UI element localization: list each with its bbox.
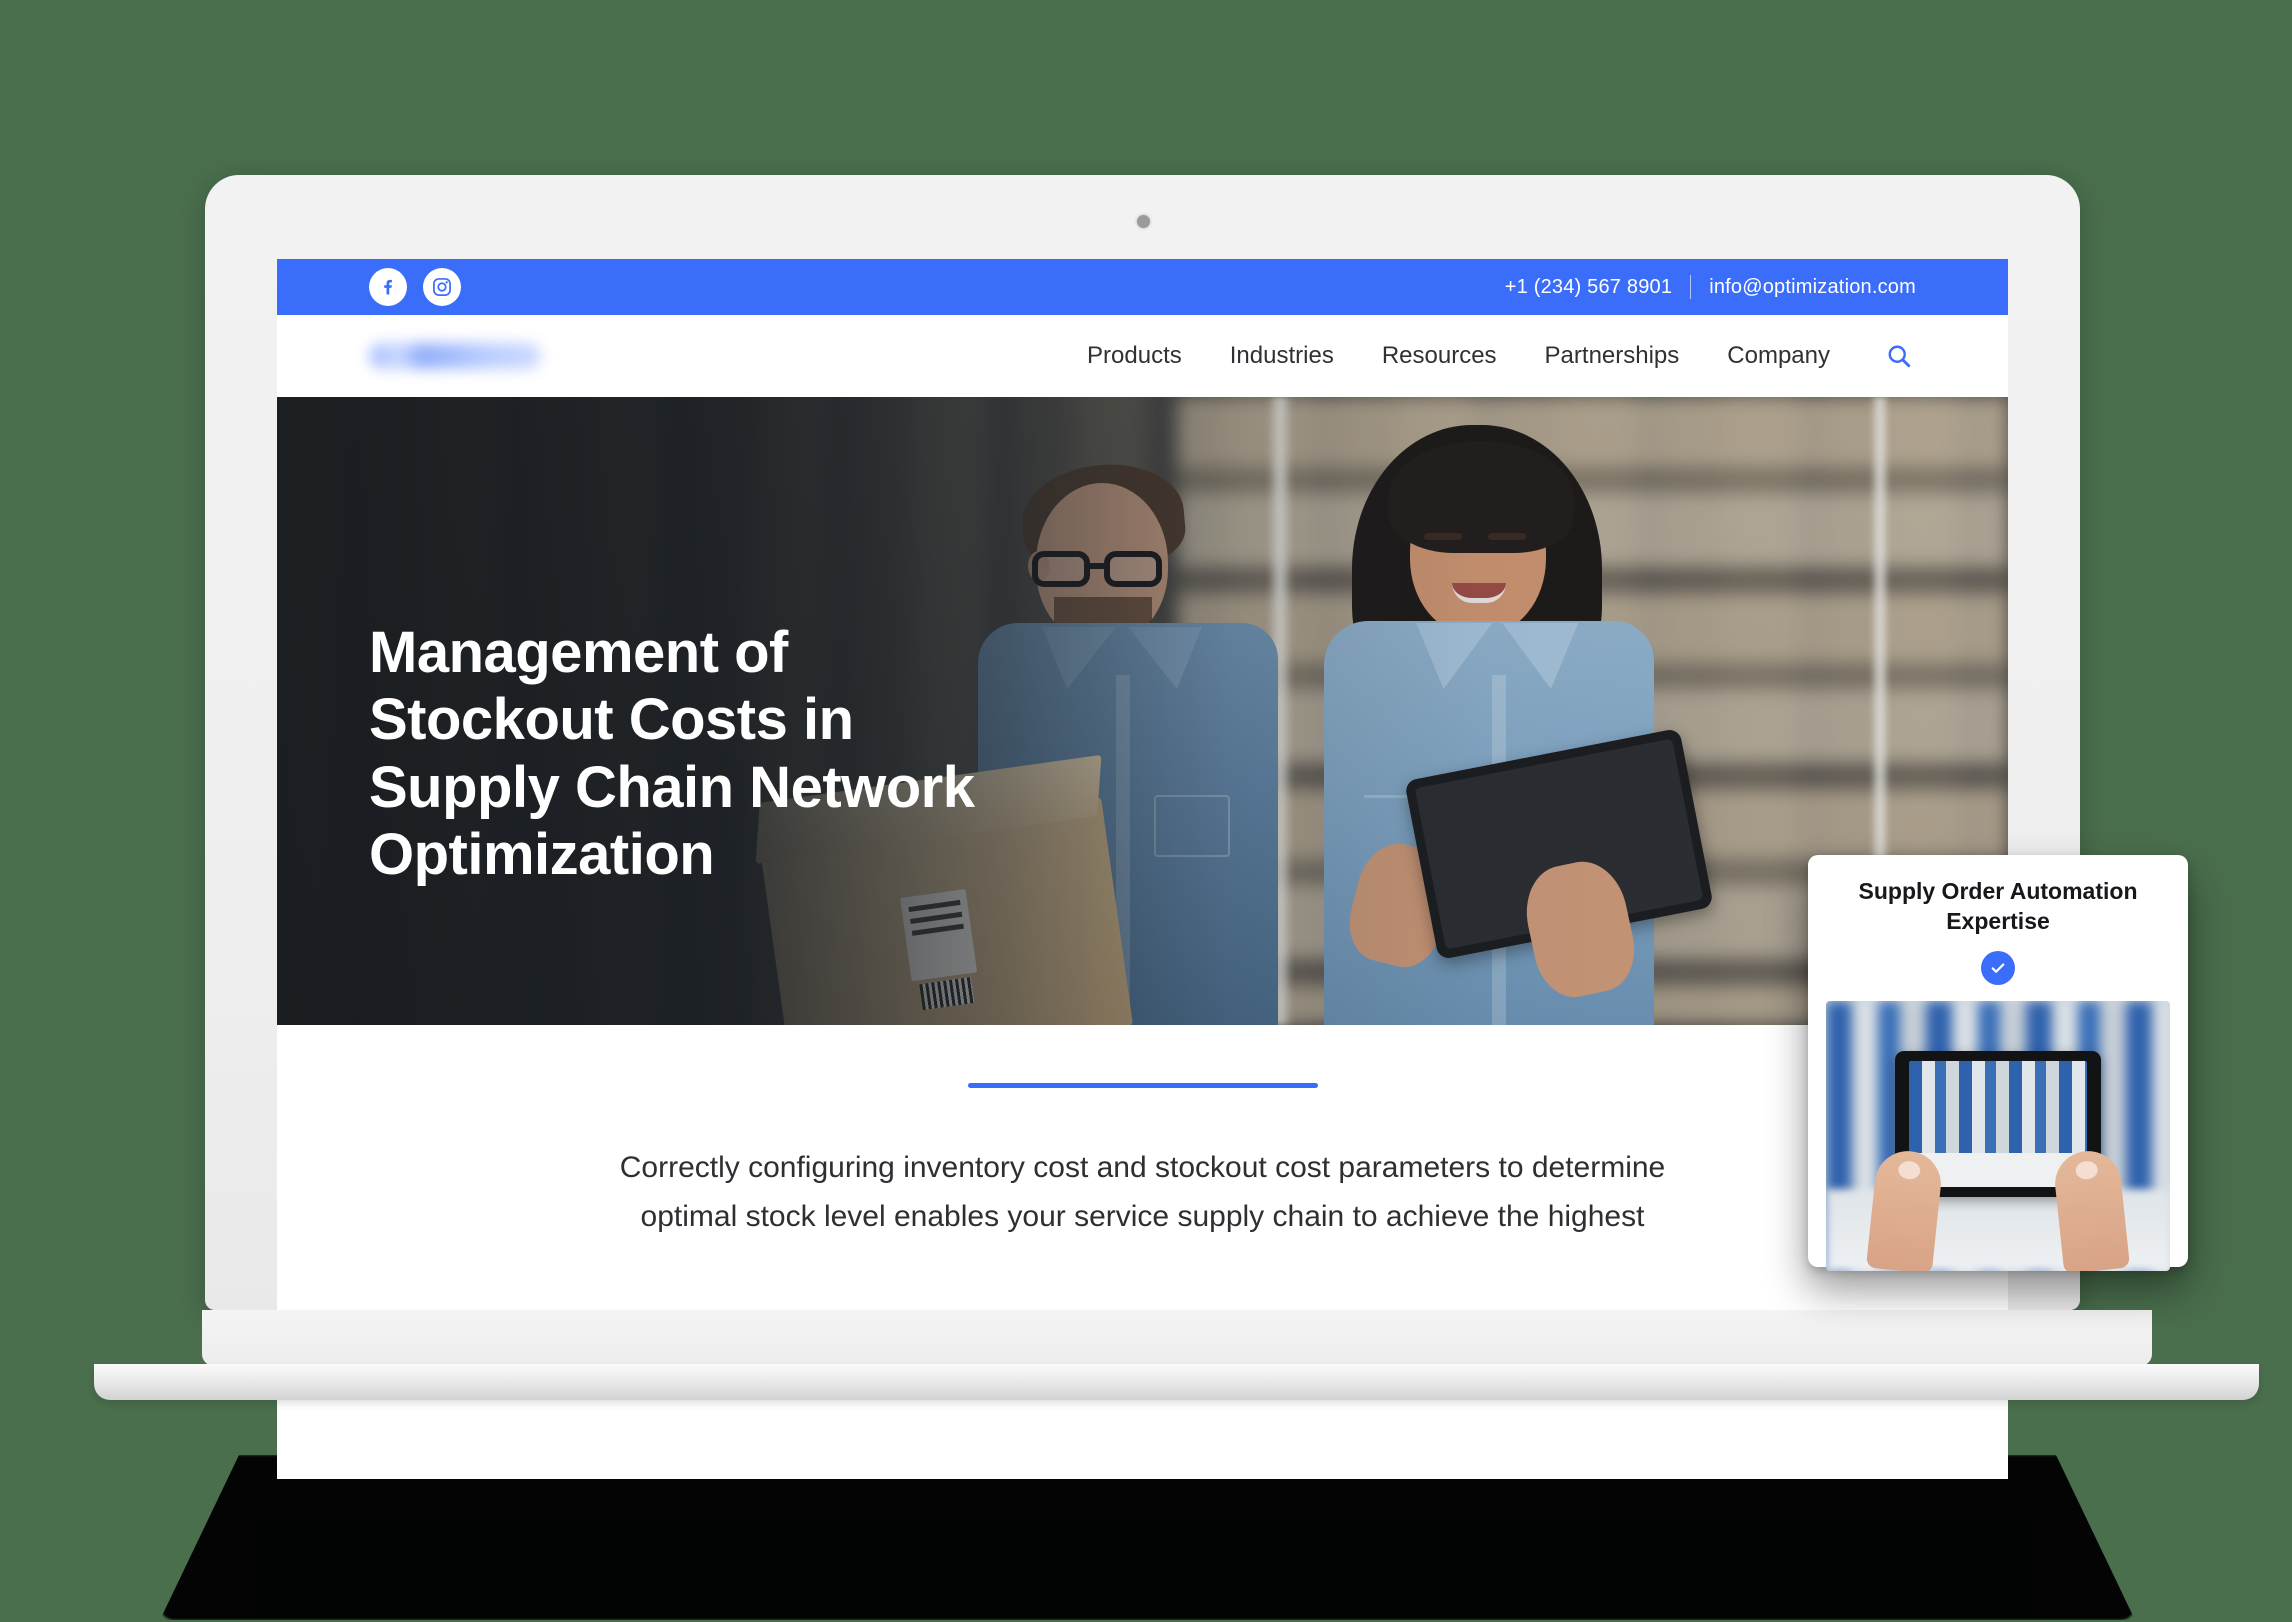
phone-number[interactable]: +1 (234) 567 8901	[1505, 276, 1672, 299]
nav-items: Products Industries Resources Partnershi…	[1087, 339, 1916, 373]
contact-separator	[1690, 275, 1692, 299]
search-icon[interactable]	[1882, 339, 1916, 373]
hero-headline: Management of Stockout Costs in Supply C…	[369, 620, 975, 887]
laptop-screen: +1 (234) 567 8901 info@optimization.com …	[277, 259, 2008, 1479]
check-circle-icon	[1981, 950, 2015, 985]
top-contact-bar: +1 (234) 567 8901 info@optimization.com	[277, 259, 2008, 315]
intro-paragraph: Correctly configuring inventory cost and…	[619, 1151, 1666, 1233]
logo-blurred-mark	[369, 343, 541, 369]
site-logo[interactable]	[369, 336, 549, 376]
card-image	[1826, 1000, 2170, 1271]
hero-section: Management of Stockout Costs in Supply C…	[277, 397, 2008, 1025]
instagram-icon[interactable]	[423, 268, 461, 306]
nav-item-company[interactable]: Company	[1727, 342, 1830, 370]
intro-section: Correctly configuring inventory cost and…	[277, 1025, 2008, 1242]
mockup-stage: +1 (234) 567 8901 info@optimization.com …	[0, 0, 2292, 1622]
floating-feature-card: Supply Order Automation Expertise	[1808, 855, 2188, 1271]
section-divider	[967, 1083, 1318, 1088]
main-navigation: Products Industries Resources Partnershi…	[277, 315, 2008, 397]
nav-item-resources[interactable]: Resources	[1382, 342, 1497, 370]
nav-item-partnerships[interactable]: Partnerships	[1545, 342, 1680, 370]
card-title: Supply Order Automation Expertise	[1858, 878, 2138, 934]
social-links	[369, 268, 461, 306]
contact-info: +1 (234) 567 8901 info@optimization.com	[1505, 275, 1916, 299]
nav-item-products[interactable]: Products	[1087, 342, 1182, 370]
laptop-frame: +1 (234) 567 8901 info@optimization.com …	[205, 175, 2080, 1479]
nav-item-industries[interactable]: Industries	[1230, 342, 1334, 370]
laptop-drop-shadow	[160, 1455, 2135, 1620]
laptop-base	[34, 1310, 2259, 1418]
email-address[interactable]: info@optimization.com	[1709, 276, 1916, 299]
webcam-icon	[1136, 215, 1150, 228]
facebook-icon[interactable]	[369, 268, 407, 306]
